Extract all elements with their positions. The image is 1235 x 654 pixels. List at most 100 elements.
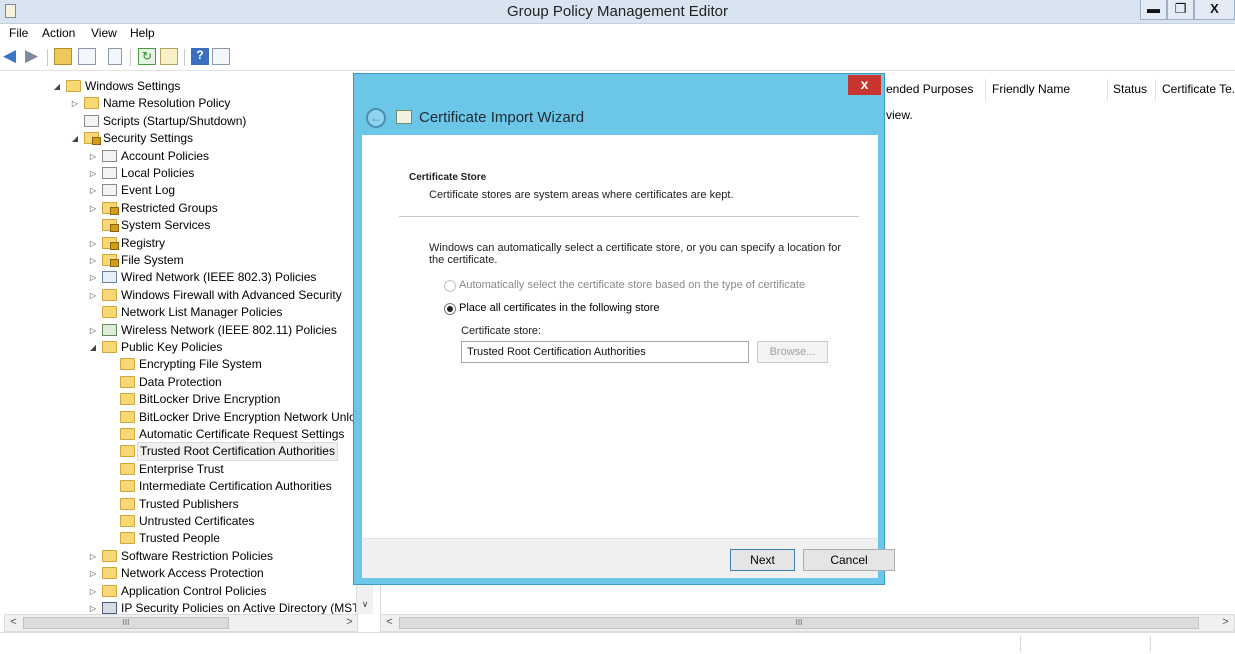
tree-item-label: Trusted People — [139, 531, 220, 546]
expand-arrow-icon[interactable]: ▷ — [88, 565, 98, 582]
auto-select-radio[interactable] — [444, 280, 456, 292]
expand-arrow-icon[interactable]: ▷ — [88, 548, 98, 565]
expand-arrow-icon[interactable]: ▷ — [88, 182, 98, 199]
section-divider — [399, 216, 859, 217]
properties-icon[interactable] — [108, 48, 122, 65]
scroll-thumb[interactable]: III — [23, 617, 229, 629]
list-empty-message: view. — [886, 108, 913, 122]
folder-icon — [102, 584, 117, 597]
folder-icon — [102, 306, 117, 319]
tree-item-label: Application Control Policies — [121, 583, 267, 598]
expand-arrow-icon[interactable]: ▷ — [88, 600, 98, 614]
scroll-left-arrow[interactable]: < — [381, 615, 398, 631]
folder-icon — [102, 341, 117, 353]
folder-icon — [120, 462, 135, 475]
dialog-title: Certificate Import Wizard — [419, 109, 585, 126]
folder-icon — [120, 358, 135, 371]
tree-item-label: Data Protection — [139, 374, 222, 389]
scroll-left-arrow[interactable]: < — [5, 615, 22, 631]
minimize-button[interactable]: ▬ — [1140, 0, 1167, 20]
auto-select-label: Automatically select the certificate sto… — [459, 279, 806, 291]
tree-item-label: Software Restriction Policies — [121, 548, 274, 563]
column-header-certificate-template[interactable]: Certificate Te. — [1157, 79, 1235, 101]
tree-item-label: Windows Settings — [85, 79, 181, 93]
show-hide-tree-icon[interactable] — [78, 48, 96, 65]
place-in-store-radio[interactable] — [444, 303, 456, 315]
restore-button[interactable]: ❐ — [1167, 0, 1194, 20]
folder-icon — [120, 393, 135, 406]
help-icon[interactable]: ? — [191, 48, 209, 65]
folder-icon — [120, 515, 135, 527]
folder-icon — [120, 480, 135, 493]
dialog-close-button[interactable]: x — [848, 75, 881, 95]
wifi-icon — [102, 323, 117, 336]
close-button[interactable]: X — [1194, 0, 1235, 20]
certificate-store-field[interactable]: Trusted Root Certification Authorities — [461, 341, 749, 363]
column-header-intended-purposes[interactable]: ended Purposes — [881, 79, 986, 101]
menu-file[interactable]: File — [9, 26, 28, 40]
refresh-icon[interactable]: ↻ — [138, 48, 156, 65]
expand-arrow-icon[interactable]: ▷ — [88, 235, 98, 252]
tree-item-label: Enterprise Trust — [139, 461, 224, 476]
menu-action[interactable]: Action — [42, 26, 75, 40]
expand-arrow-icon[interactable]: ▷ — [70, 95, 80, 112]
tree-item-label: BitLocker Drive Encryption Network Unloc — [139, 409, 362, 424]
export-list-icon[interactable] — [160, 48, 178, 65]
column-header-status[interactable]: Status — [1108, 79, 1156, 101]
column-header-friendly-name[interactable]: Friendly Name — [987, 79, 1108, 101]
collapse-arrow-icon[interactable]: ◢ — [70, 130, 80, 147]
lock-icon — [102, 236, 119, 250]
scroll-thumb[interactable]: III — [399, 617, 1199, 629]
doc-icon — [102, 167, 117, 179]
up-folder-icon[interactable] — [54, 48, 72, 65]
tree-item-label: BitLocker Drive Encryption — [139, 392, 281, 407]
tree-item-label: IP Security Policies on Active Directory… — [121, 601, 372, 614]
back-arrow-icon[interactable]: ← — [366, 108, 386, 128]
tree-item-label: Trusted Root Certification Authorities — [137, 442, 338, 462]
tree-item-label: Security Settings — [103, 131, 194, 146]
lock-icon — [102, 254, 119, 267]
expand-arrow-icon[interactable]: ▷ — [88, 252, 98, 269]
scroll-right-arrow[interactable]: > — [341, 615, 358, 631]
next-button[interactable]: Next — [730, 549, 795, 571]
folder-icon — [66, 80, 81, 92]
expand-arrow-icon[interactable]: ▷ — [88, 148, 98, 165]
lock-icon — [102, 201, 119, 215]
folder-icon — [120, 497, 135, 510]
action-pane-icon[interactable] — [212, 48, 230, 65]
folder-icon — [102, 567, 117, 580]
back-arrow-icon[interactable]: ◀ — [3, 47, 21, 65]
window-title: Group Policy Management Editor — [507, 3, 728, 20]
shield-icon — [102, 602, 117, 614]
tree-item-label: Wireless Network (IEEE 802.11) Policies — [121, 322, 337, 337]
folder-icon — [102, 549, 117, 562]
section-title: Certificate Store — [409, 172, 487, 183]
browse-button[interactable]: Browse... — [757, 341, 828, 363]
tree-item-label: Intermediate Certification Authorities — [139, 479, 332, 494]
tree-item-label: Windows Firewall with Advanced Security — [121, 287, 342, 302]
folder-icon — [120, 445, 135, 458]
menu-help[interactable]: Help — [130, 26, 155, 40]
expand-arrow-icon[interactable]: ▷ — [88, 200, 98, 217]
place-in-store-label: Place all certificates in the following … — [459, 302, 660, 314]
list-horizontal-scrollbar[interactable]: < III > — [380, 614, 1235, 632]
scroll-down-arrow[interactable]: ∨ — [357, 596, 373, 612]
expand-arrow-icon[interactable]: ▷ — [88, 322, 98, 339]
expand-arrow-icon[interactable]: ▷ — [88, 583, 98, 600]
collapse-arrow-icon[interactable]: ◢ — [88, 339, 98, 356]
cancel-button[interactable]: Cancel — [803, 549, 895, 571]
tree-item-label: Network List Manager Policies — [121, 305, 283, 320]
menu-view[interactable]: View — [91, 26, 117, 40]
folder-icon — [120, 410, 135, 423]
collapse-arrow-icon[interactable]: ◢ — [52, 78, 62, 95]
forward-arrow-icon[interactable]: ▶ — [25, 47, 43, 65]
status-divider — [1150, 636, 1151, 652]
expand-arrow-icon[interactable]: ▷ — [88, 269, 98, 286]
scroll-right-arrow[interactable]: > — [1217, 615, 1234, 631]
tree-item-label: Restricted Groups — [121, 200, 218, 215]
expand-arrow-icon[interactable]: ▷ — [88, 165, 98, 182]
tree-horizontal-scrollbar[interactable]: < III > — [4, 614, 358, 632]
expand-arrow-icon[interactable]: ▷ — [88, 287, 98, 304]
tree-item-label: System Services — [121, 218, 211, 233]
status-divider — [1020, 636, 1021, 652]
